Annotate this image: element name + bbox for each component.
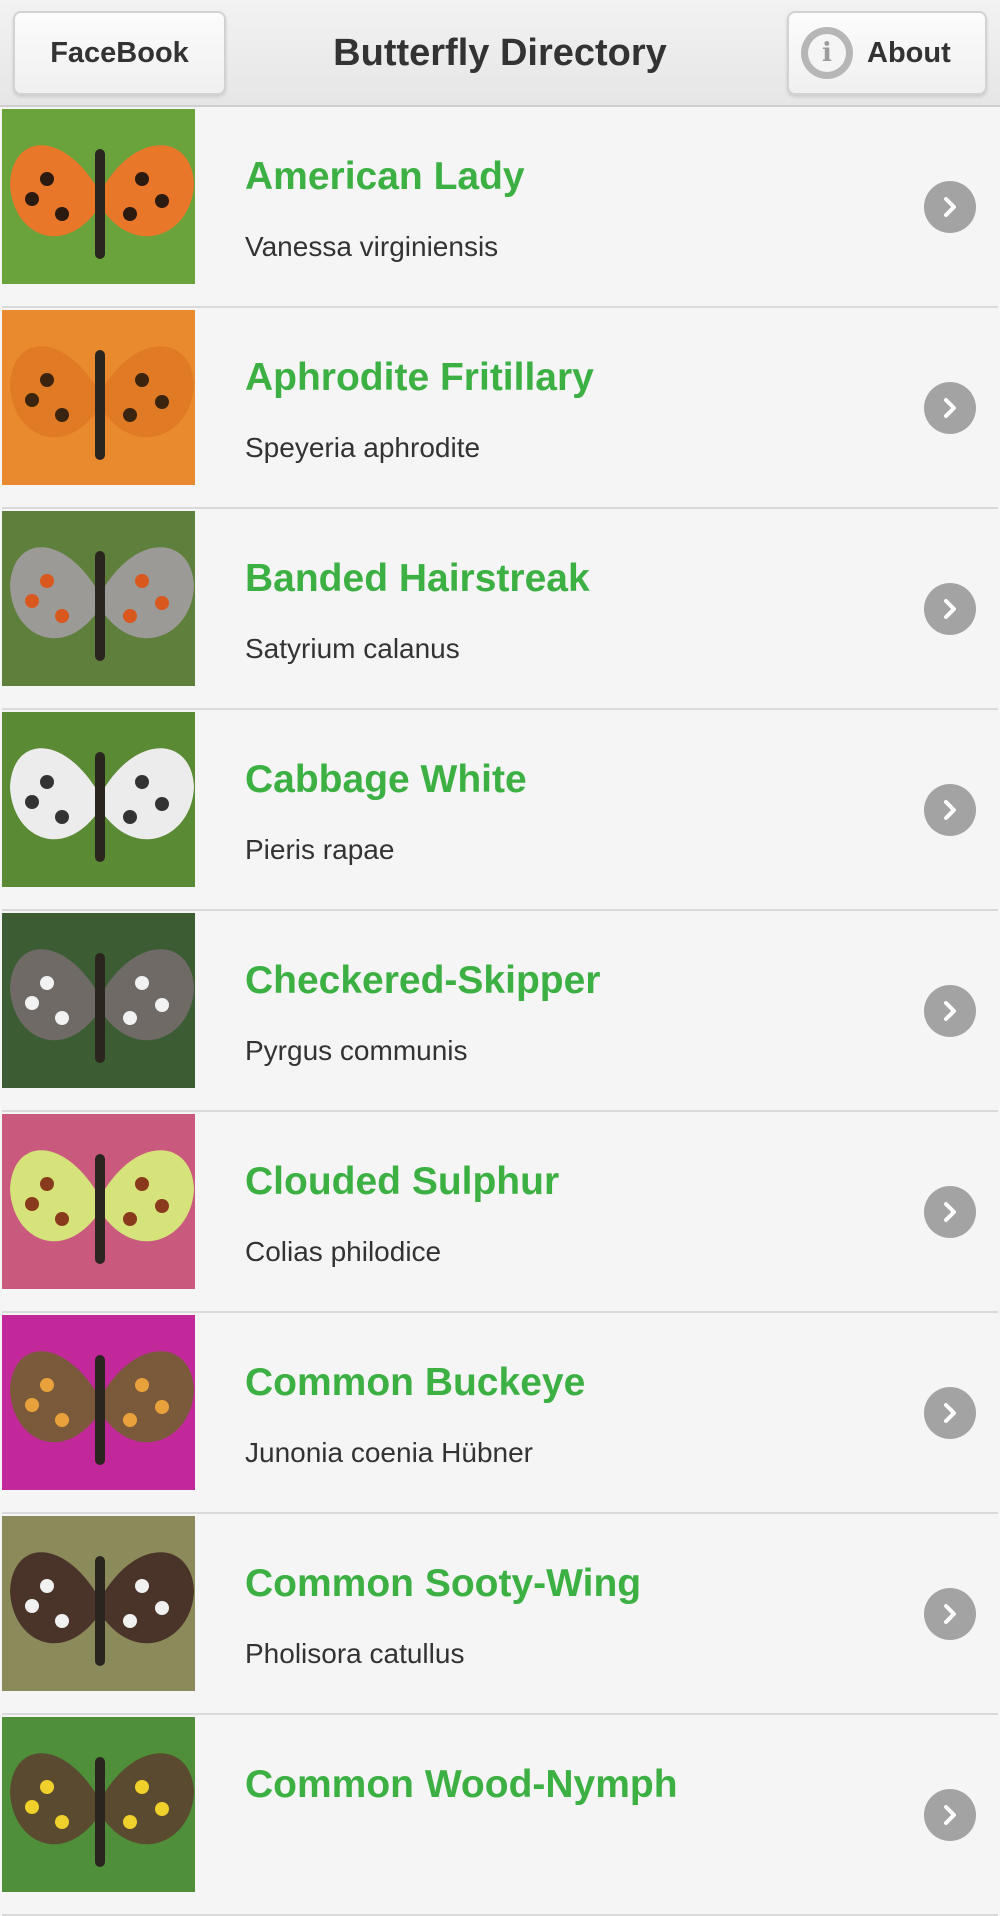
chevron-right-icon[interactable] xyxy=(924,985,976,1037)
list-item[interactable]: Checkered-Skipper Pyrgus communis xyxy=(2,911,998,1112)
facebook-button[interactable]: FaceBook xyxy=(13,11,226,95)
butterfly-scientific-name: Colias philodice xyxy=(245,1236,442,1267)
list-item[interactable]: Cabbage White Pieris rapae xyxy=(2,710,998,911)
butterfly-photo xyxy=(2,1717,195,1892)
chevron-right-icon[interactable] xyxy=(924,1186,976,1238)
list-item[interactable]: Common Wood-Nymph xyxy=(2,1715,998,1916)
about-button-label: About xyxy=(867,36,951,69)
butterfly-thumbnail xyxy=(2,310,195,485)
chevron-right-icon[interactable] xyxy=(924,583,976,635)
list-item[interactable]: Aphrodite Fritillary Speyeria aphrodite xyxy=(2,308,998,509)
butterfly-scientific-name: Junonia coenia Hübner xyxy=(245,1437,533,1468)
butterfly-photo xyxy=(2,1315,195,1490)
butterfly-thumbnail xyxy=(2,1516,195,1691)
butterfly-thumbnail xyxy=(2,511,195,686)
butterfly-scientific-name: Pieris rapae xyxy=(245,834,395,865)
butterfly-scientific-name: Pyrgus communis xyxy=(245,1035,468,1066)
chevron-right-icon[interactable] xyxy=(924,1387,976,1439)
facebook-button-label: FaceBook xyxy=(50,36,189,69)
butterfly-common-name: Banded Hairstreak xyxy=(245,557,590,600)
butterfly-scientific-name: Pholisora catullus xyxy=(245,1638,465,1669)
butterfly-photo xyxy=(2,109,195,284)
butterfly-thumbnail xyxy=(2,1315,195,1490)
list-item[interactable]: Clouded Sulphur Colias philodice xyxy=(2,1112,998,1313)
butterfly-thumbnail xyxy=(2,1717,195,1892)
butterfly-scientific-name: Vanessa virginiensis xyxy=(245,231,499,262)
butterfly-common-name: Cabbage White xyxy=(245,758,527,801)
butterfly-thumbnail xyxy=(2,109,195,284)
chevron-right-icon[interactable] xyxy=(924,1588,976,1640)
butterfly-photo xyxy=(2,310,195,485)
about-button[interactable]: i About xyxy=(787,11,987,95)
butterfly-common-name: Aphrodite Fritillary xyxy=(245,356,594,399)
butterfly-list: American Lady Vanessa virginiensis Aphrodi… xyxy=(2,107,998,1916)
butterfly-photo xyxy=(2,1516,195,1691)
chevron-right-icon[interactable] xyxy=(924,382,976,434)
butterfly-scientific-name: Speyeria aphrodite xyxy=(245,432,481,463)
list-item[interactable]: American Lady Vanessa virginiensis xyxy=(2,107,998,308)
top-navigation-bar: FaceBook Butterfly Directory i About xyxy=(0,0,1000,107)
butterfly-photo xyxy=(2,712,195,887)
chevron-right-icon[interactable] xyxy=(924,784,976,836)
butterfly-thumbnail xyxy=(2,712,195,887)
chevron-right-icon[interactable] xyxy=(924,181,976,233)
list-item[interactable]: Common Buckeye Junonia coenia Hübner xyxy=(2,1313,998,1514)
info-icon: i xyxy=(801,27,853,79)
butterfly-photo xyxy=(2,913,195,1088)
chevron-right-icon[interactable] xyxy=(924,1789,976,1841)
butterfly-photo xyxy=(2,511,195,686)
butterfly-common-name: Clouded Sulphur xyxy=(245,1160,560,1203)
butterfly-common-name: Checkered-Skipper xyxy=(245,959,601,1002)
butterfly-common-name: American Lady xyxy=(245,155,525,198)
butterfly-thumbnail xyxy=(2,1114,195,1289)
butterfly-common-name: Common Buckeye xyxy=(245,1361,586,1404)
butterfly-photo xyxy=(2,1114,195,1289)
butterfly-common-name: Common Sooty-Wing xyxy=(245,1562,642,1605)
page-title: Butterfly Directory xyxy=(333,32,667,74)
butterfly-scientific-name: Satyrium calanus xyxy=(245,633,460,664)
list-item[interactable]: Banded Hairstreak Satyrium calanus xyxy=(2,509,998,710)
butterfly-thumbnail xyxy=(2,913,195,1088)
butterfly-common-name: Common Wood-Nymph xyxy=(245,1763,678,1806)
list-item[interactable]: Common Sooty-Wing Pholisora catullus xyxy=(2,1514,998,1715)
